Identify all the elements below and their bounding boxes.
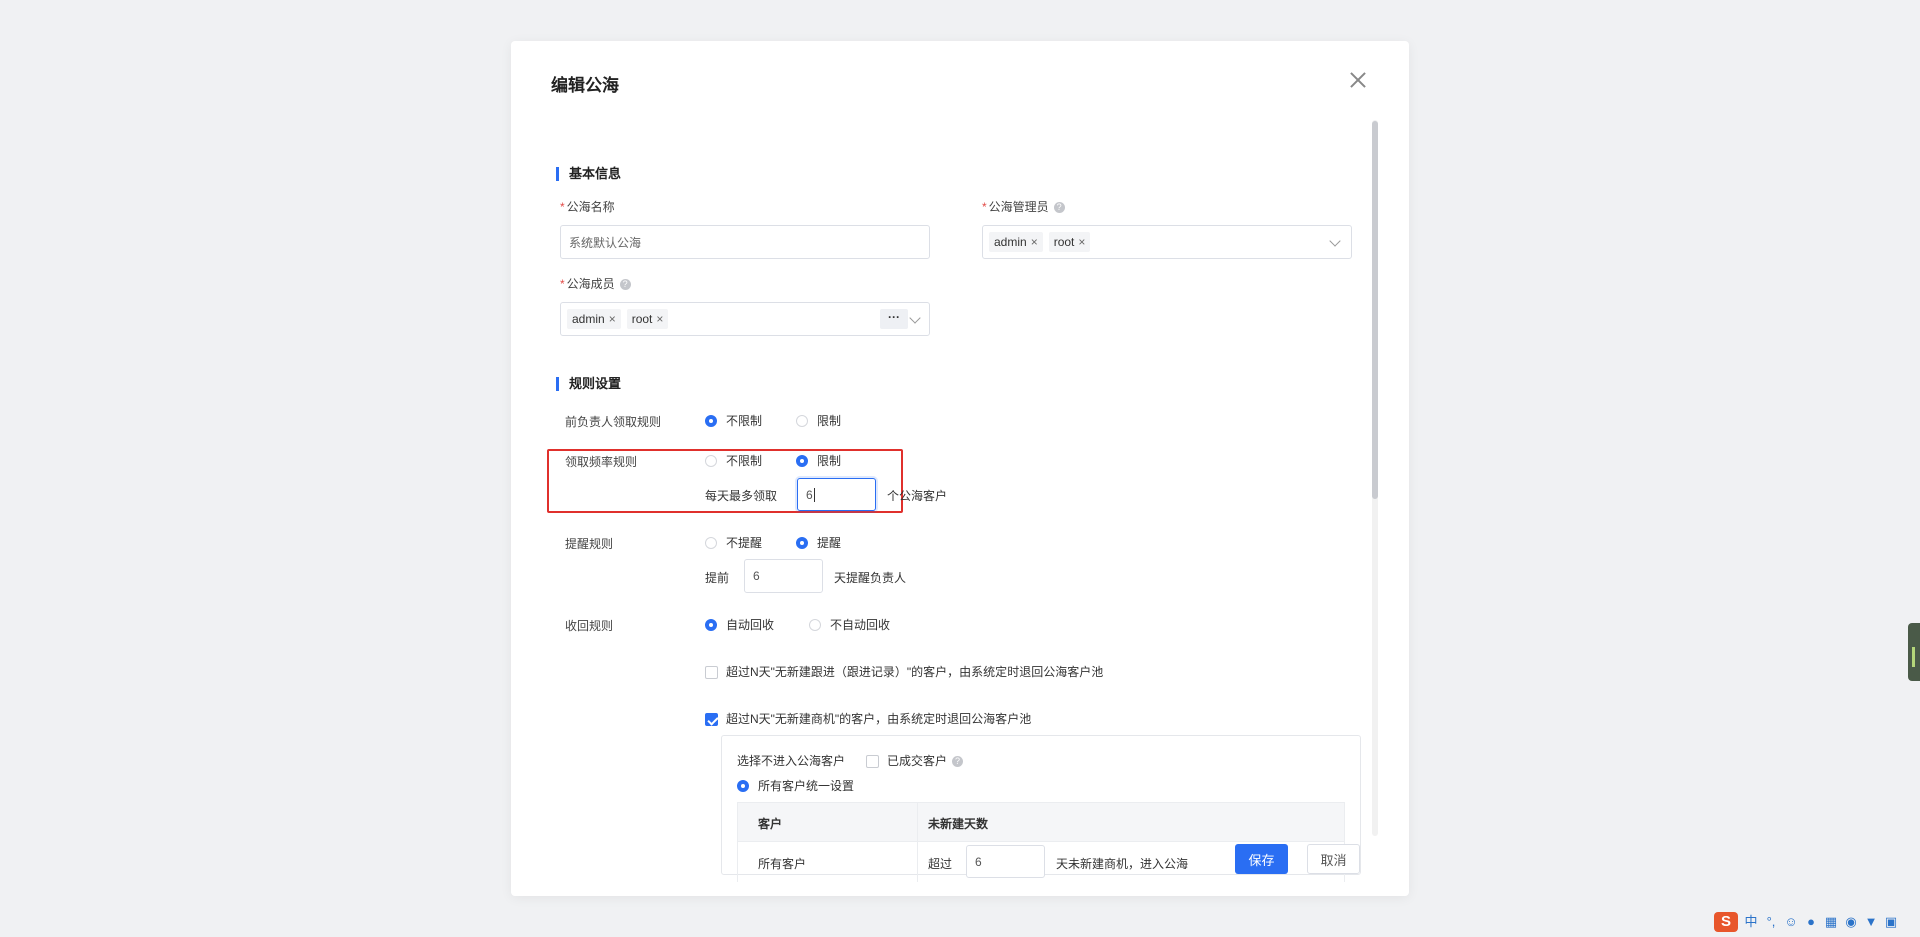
reminder-on-radio[interactable]: 提醒 [796,534,841,551]
section-title-rules: 规则设置 [556,377,621,391]
punctuation-icon[interactable]: °, [1764,915,1778,929]
required-mark: * [560,277,565,291]
scrollbar-thumb[interactable] [1372,121,1378,499]
row-days-suffix: 天未新建商机，进入公海 [1056,857,1189,871]
chevron-down-icon[interactable] [909,312,921,324]
radio-circle [796,536,808,549]
pool-admins-label: * 公海管理员? [982,198,1065,215]
column-divider [917,803,918,841]
close-icon[interactable] [1347,69,1369,91]
help-icon[interactable]: ? [619,279,631,291]
pool-admins-select[interactable]: admin × root × [982,225,1352,259]
frequency-unlimited-radio[interactable]: 不限制 [705,452,762,469]
radio-circle [809,618,821,631]
frequency-suffix: 个公海客户 [887,489,948,503]
microphone-icon[interactable]: ● [1804,915,1818,929]
frequency-prefix: 每天最多领取 [705,489,778,503]
radio-circle [796,414,808,427]
tag-close-icon[interactable]: × [656,312,663,326]
row-customer: 所有客户 [758,857,807,871]
reminder-days-input[interactable]: 6 [744,559,823,593]
row-days-input[interactable]: 6 [966,845,1045,878]
required-mark: * [560,200,565,214]
pool-name-label: * 公海名称 [560,200,615,214]
prev-owner-rule-label: 前负责人领取规则 [565,415,662,429]
pool-name-input[interactable]: 系统默认公海 [560,225,930,259]
keyboard-icon[interactable]: ▦ [1824,915,1838,929]
no-opportunity-checkbox[interactable] [705,713,718,727]
text-caret [813,487,815,502]
edit-public-pool-dialog: 编辑公海 基本信息 * 公海名称 系统默认公海 * 公海管理员? admin × ro… [511,41,1409,896]
column-header-customer: 客户 [758,817,783,831]
help-icon[interactable]: ? [952,756,964,768]
admin-tag: root × [1048,232,1091,252]
frequency-count-input[interactable]: 6 [797,478,876,511]
help-icon[interactable]: ? [1053,202,1065,214]
radio-circle [737,779,749,792]
radio-circle [796,454,808,467]
exclude-customers-label: 选择不进入公海客户 [737,754,846,768]
pool-members-select[interactable]: admin × root × ··· [560,302,930,336]
tag-close-icon[interactable]: × [1031,235,1038,249]
recycle-rule-label: 收回规则 [565,619,614,633]
save-button[interactable]: 保存 [1235,844,1288,874]
closed-customers-checkbox[interactable] [866,755,879,769]
ime-toolbar: S 中 °, ☺ ● ▦ ◉ ▼ ▣ [1714,911,1898,933]
prev-owner-unlimited-radio[interactable]: 不限制 [705,412,762,429]
no-followup-checkbox[interactable] [705,666,718,680]
ime-language-indicator[interactable]: 中 [1744,915,1758,929]
reminder-off-radio[interactable]: 不提醒 [705,534,762,551]
chevron-down-icon[interactable] [1329,235,1341,247]
user-icon[interactable]: ◉ [1844,915,1858,929]
radio-circle [705,454,717,467]
skin-icon[interactable]: ▼ [1864,915,1878,929]
pool-members-label: * 公海成员? [560,275,631,292]
dialog-title: 编辑公海 [551,76,619,95]
reminder-suffix: 天提醒负责人 [834,571,907,585]
radio-circle [705,536,717,549]
cancel-button[interactable]: 取消 [1307,844,1360,874]
tag-close-icon[interactable]: × [609,312,616,326]
frequency-limited-radio[interactable]: 限制 [796,452,841,469]
member-tag: root × [626,309,669,329]
closed-customers-option[interactable]: 已成交客户? [866,752,964,769]
prev-owner-limited-radio[interactable]: 限制 [796,412,841,429]
reminder-prefix: 提前 [705,571,730,585]
side-widget[interactable] [1908,623,1920,681]
toolbox-icon[interactable]: ▣ [1884,915,1898,929]
column-divider [917,842,918,882]
row-days-prefix: 超过 [928,857,953,871]
recycle-manual-radio[interactable]: 不自动回收 [809,616,890,633]
no-followup-option[interactable]: 超过N天"无新建跟进（跟进记录）"的客户，由系统定时退回公海客户池 [705,663,1103,680]
emoji-icon[interactable]: ☺ [1784,915,1798,929]
no-opportunity-option[interactable]: 超过N天"无新建商机"的客户，由系统定时退回公海客户池 [705,710,1031,727]
radio-circle [705,618,717,631]
frequency-rule-label: 领取频率规则 [565,455,638,469]
unified-setting-radio[interactable]: 所有客户统一设置 [737,777,854,794]
admin-tag: admin × [989,232,1043,252]
dialog-body[interactable]: 基本信息 * 公海名称 系统默认公海 * 公海管理员? admin × root × *… [511,116,1380,884]
column-header-days: 未新建天数 [928,817,989,831]
section-title-basic: 基本信息 [556,167,621,181]
table-header: 客户 未新建天数 [737,802,1345,842]
recycle-auto-radio[interactable]: 自动回收 [705,616,774,633]
member-tag: admin × [567,309,621,329]
sogou-logo-icon[interactable]: S [1714,912,1738,932]
tag-close-icon[interactable]: × [1078,235,1085,249]
required-mark: * [982,200,987,214]
radio-circle [705,414,717,427]
more-tags-button[interactable]: ··· [880,309,908,329]
reminder-rule-label: 提醒规则 [565,537,614,551]
